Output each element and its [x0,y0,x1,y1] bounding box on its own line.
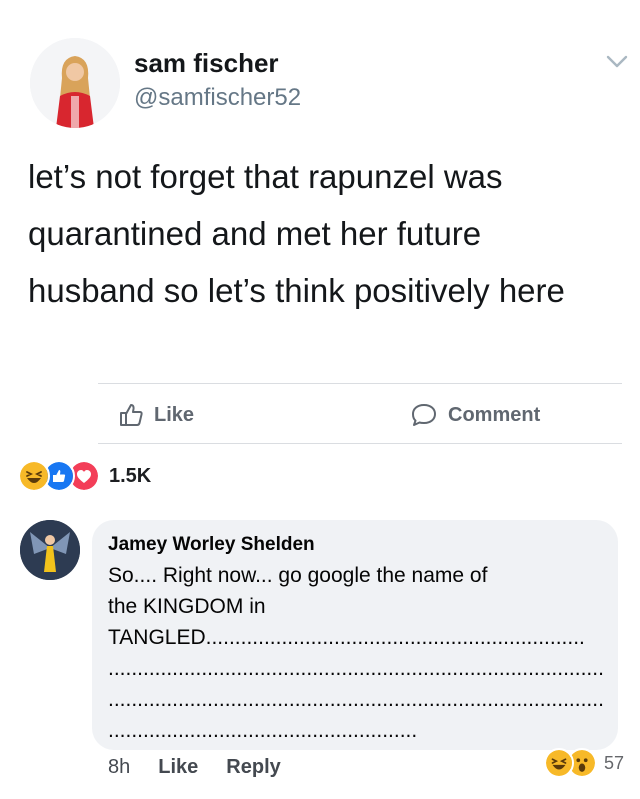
comment-label: Comment [448,403,541,426]
author-handle[interactable]: @samfischer52 [134,84,301,112]
like-button[interactable]: Like [118,400,194,430]
comment-line: So.... Right now... go google the name o… [108,564,488,587]
comment-reply-button[interactable]: Reply [226,756,280,779]
divider [98,443,622,444]
tweet-avatar[interactable] [30,38,120,128]
comment-line: ........................................… [108,688,604,711]
tweet-line: quarantined and met her future [28,215,482,252]
comment-line: TANGLED.................................… [108,626,585,649]
fairy-figure-icon [20,520,80,580]
haha-icon [544,748,574,778]
chevron-down-icon[interactable] [606,54,628,70]
comment-button[interactable]: Comment [410,400,540,430]
comment-meta: 8h Like Reply [108,756,281,779]
divider [98,383,622,384]
comment-line: ........................................… [108,719,418,742]
tweet-line: let’s not forget that rapunzel was [28,158,503,195]
comment-line: ........................................… [108,657,604,680]
comment-timestamp[interactable]: 8h [108,756,130,779]
tweet-text: let’s not forget that rapunzel was quara… [28,148,628,319]
comment-reaction-count: 57 [604,752,625,773]
tweet-line: husband so let’s think positively here [28,272,565,309]
comment-like-button[interactable]: Like [158,756,198,779]
comment-bubble-icon [412,404,436,426]
reaction-count: 1.5K [109,464,152,487]
thumbs-up-icon [120,404,143,426]
comment-reaction-summary[interactable]: 57 [544,748,624,778]
reaction-summary[interactable]: 1.5K [18,460,151,492]
author-name[interactable]: sam fischer [134,48,279,79]
like-label: Like [154,403,195,426]
haha-icon [18,460,50,492]
comment-text: So.... Right now... go google the name o… [108,560,604,746]
commenter-avatar[interactable] [20,520,80,580]
commenter-name[interactable]: Jamey Worley Shelden [108,534,315,556]
person-photo-icon [30,38,120,128]
comment-line: the KINGDOM in [108,595,266,618]
